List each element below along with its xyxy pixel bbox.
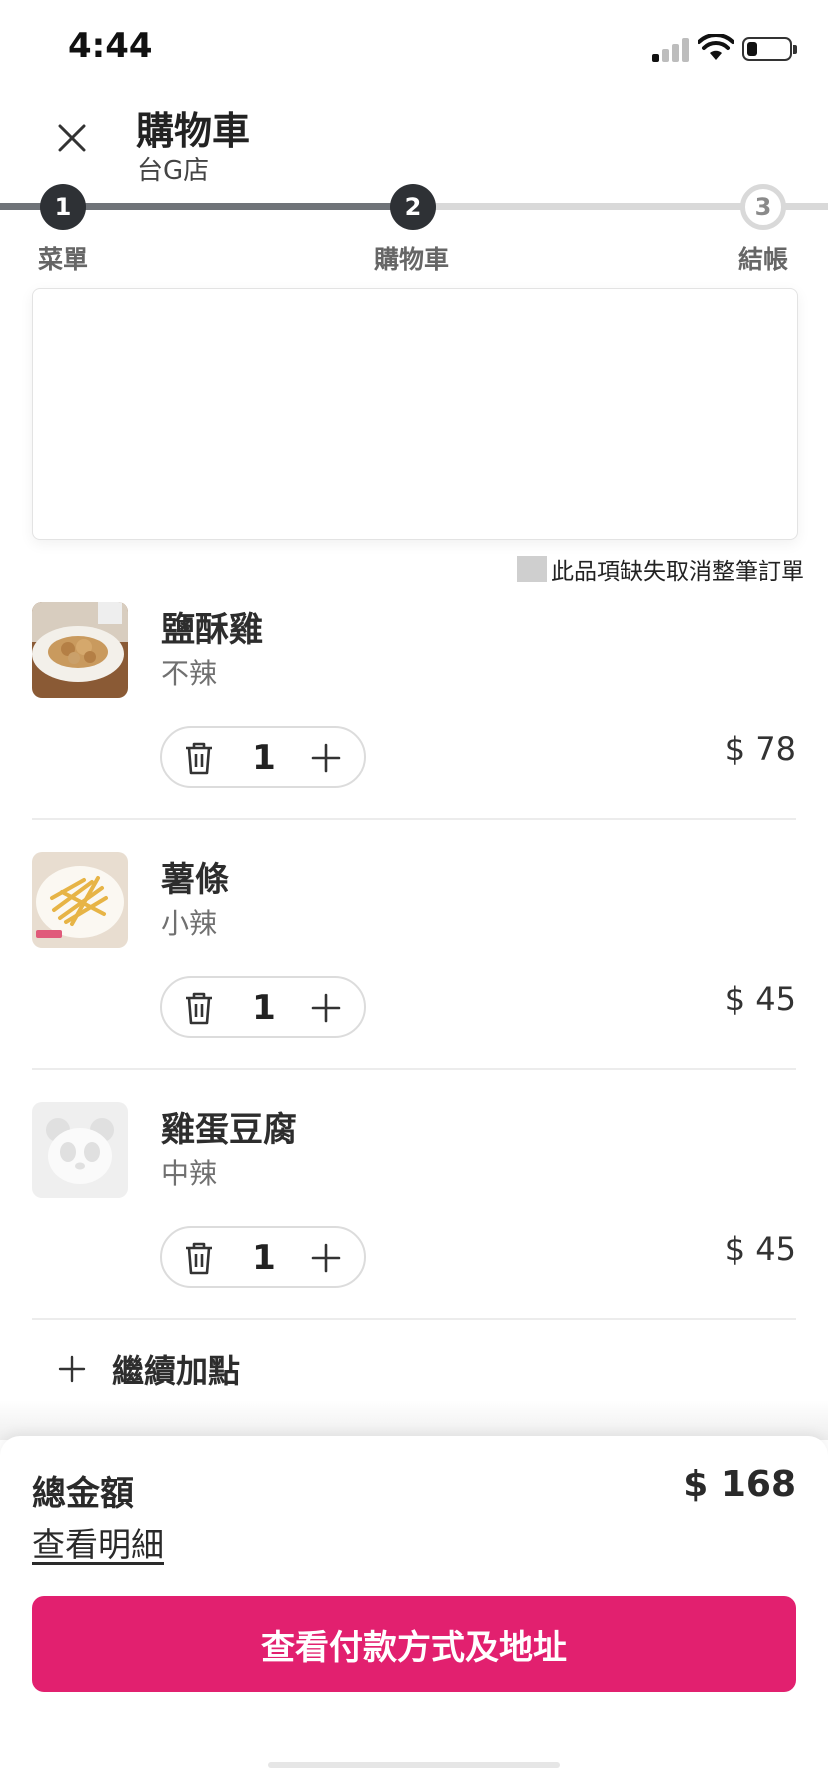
view-details-link[interactable]: 查看明細 (32, 1518, 164, 1566)
scroll-fade (0, 1400, 828, 1440)
quantity-stepper: 1 (160, 726, 366, 788)
add-more-button[interactable]: 繼續加點 (58, 1346, 240, 1392)
cancel-order-option[interactable]: 此品項缺失取消整筆訂單 (517, 552, 804, 586)
step-3-circle: 3 (740, 184, 786, 230)
step-1-label: 菜單 (38, 245, 89, 274)
battery-icon (742, 37, 797, 61)
item-thumbnail (32, 602, 128, 698)
item-price: $ 45 (724, 980, 796, 1018)
trash-icon[interactable] (182, 740, 216, 776)
divider (32, 818, 796, 820)
divider (32, 1318, 796, 1320)
order-summary-sheet: 總金額 $ 168 查看明細 查看付款方式及地址 (0, 1436, 828, 1792)
trash-icon[interactable] (182, 1240, 216, 1276)
cart-item: 鹽酥雞 不辣 1 $ 78 (32, 602, 796, 852)
item-name: 薯條 (161, 860, 229, 900)
plus-icon[interactable] (310, 742, 342, 774)
item-thumbnail (32, 852, 128, 948)
quantity-value: 1 (252, 988, 276, 1028)
total-value: $ 168 (683, 1464, 796, 1505)
signal-icon (652, 38, 690, 62)
notice-card (32, 288, 798, 540)
item-price: $ 45 (724, 1230, 796, 1268)
item-name: 鹽酥雞 (161, 610, 263, 650)
step-2-label: 購物車 (374, 245, 450, 274)
cart-item: 薯條 小辣 1 $ 45 (32, 852, 796, 1102)
cancel-order-label: 此品項缺失取消整筆訂單 (551, 559, 804, 585)
cart-item: 雞蛋豆腐 中辣 1 $ 45 (32, 1102, 796, 1352)
total-label: 總金額 (32, 1474, 134, 1514)
home-indicator (268, 1762, 560, 1768)
step-3-label: 結帳 (738, 245, 789, 274)
checkout-button[interactable]: 查看付款方式及地址 (32, 1596, 796, 1692)
page-title: 購物車 (136, 109, 251, 153)
item-name: 雞蛋豆腐 (161, 1110, 297, 1150)
item-option: 小辣 (161, 907, 218, 940)
quantity-value: 1 (252, 1238, 276, 1278)
divider (32, 1068, 796, 1070)
plus-icon[interactable] (310, 992, 342, 1024)
step-2-circle: 2 (390, 184, 436, 230)
item-option: 不辣 (161, 657, 218, 690)
quantity-value: 1 (252, 738, 276, 778)
quantity-stepper: 1 (160, 976, 366, 1038)
plus-icon (58, 1355, 86, 1383)
plus-icon[interactable] (310, 1242, 342, 1274)
panda-placeholder-icon (32, 1102, 128, 1198)
close-icon[interactable] (52, 118, 92, 158)
add-more-label: 繼續加點 (112, 1352, 241, 1390)
wifi-icon (698, 34, 734, 60)
trash-icon[interactable] (182, 990, 216, 1026)
checkout-stepper: 1 菜單 2 購物車 3 結帳 (0, 176, 828, 274)
item-option: 中辣 (161, 1157, 218, 1190)
cancel-order-checkbox[interactable] (517, 556, 547, 582)
step-1-circle: 1 (40, 184, 86, 230)
quantity-stepper: 1 (160, 1226, 366, 1288)
item-price: $ 78 (724, 730, 796, 768)
status-bar: 4:44 (0, 0, 828, 100)
status-time: 4:44 (68, 26, 153, 66)
